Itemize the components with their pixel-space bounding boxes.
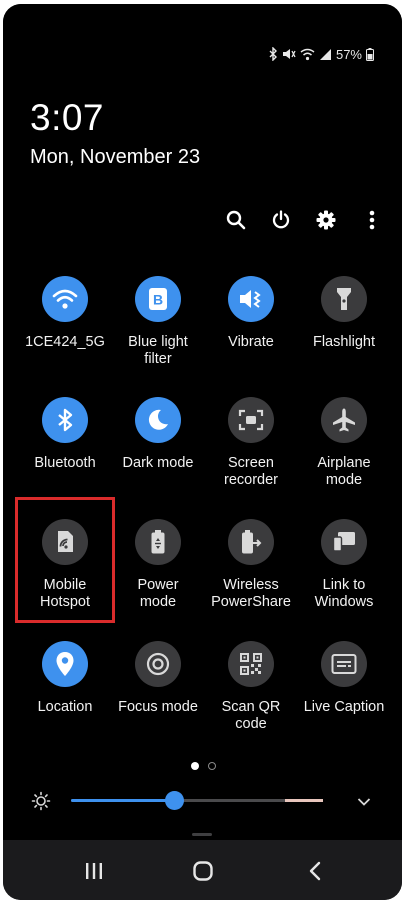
brightness-icon bbox=[31, 791, 51, 816]
clock: 3:07 bbox=[30, 97, 105, 138]
phone-screen: 57% 3:07 Mon, November 23 1CE424_5G B Bl… bbox=[3, 4, 402, 900]
brightness-control bbox=[31, 788, 381, 814]
power-icon[interactable] bbox=[266, 207, 296, 233]
tile-location[interactable]: Location bbox=[17, 641, 113, 716]
tile-focus-mode[interactable]: Focus mode bbox=[110, 641, 206, 716]
wifi-status-icon bbox=[300, 48, 315, 61]
tile-flashlight[interactable]: Flashlight bbox=[296, 276, 392, 351]
more-vert-icon[interactable] bbox=[357, 207, 387, 233]
tile-label: 1CE424_5G bbox=[25, 334, 105, 350]
power-mode-icon bbox=[135, 519, 181, 565]
tile-label: Power mode bbox=[137, 577, 179, 610]
vibrate-icon bbox=[228, 276, 274, 322]
tile-blue-light-filter[interactable]: B Blue light filter bbox=[110, 276, 206, 368]
svg-text:B: B bbox=[153, 292, 163, 308]
qr-code-icon bbox=[228, 641, 274, 687]
page-indicator bbox=[191, 762, 216, 770]
focus-mode-icon bbox=[135, 641, 181, 687]
tile-link-to-windows[interactable]: Link to Windows bbox=[296, 519, 392, 611]
live-caption-icon bbox=[321, 641, 367, 687]
flashlight-icon bbox=[321, 276, 367, 322]
screen-recorder-icon bbox=[228, 397, 274, 443]
brightness-extra-range bbox=[285, 799, 323, 802]
tile-label: Link to Windows bbox=[314, 577, 374, 610]
tile-label: Screen recorder bbox=[224, 455, 278, 488]
link-to-windows-icon bbox=[321, 519, 367, 565]
tile-live-caption[interactable]: Live Caption bbox=[296, 641, 392, 716]
bluetooth-icon bbox=[42, 397, 88, 443]
mute-icon bbox=[282, 47, 296, 61]
wireless-powershare-icon bbox=[228, 519, 274, 565]
page-dot[interactable] bbox=[208, 762, 216, 770]
tile-label: Flashlight bbox=[312, 334, 376, 350]
top-actions bbox=[217, 207, 387, 233]
airplane-icon bbox=[321, 397, 367, 443]
gear-icon[interactable] bbox=[311, 207, 341, 233]
home-icon[interactable] bbox=[189, 858, 217, 884]
tile-wireless-powershare[interactable]: Wireless PowerShare bbox=[203, 519, 299, 611]
tile-label: Scan QR code bbox=[221, 699, 281, 732]
navigation-bar bbox=[3, 840, 402, 900]
brightness-fill bbox=[71, 799, 175, 802]
tile-label: Focus mode bbox=[118, 699, 198, 715]
tile-screen-recorder[interactable]: Screen recorder bbox=[203, 397, 299, 489]
brightness-thumb[interactable] bbox=[164, 791, 184, 810]
tile-vibrate[interactable]: Vibrate bbox=[203, 276, 299, 351]
battery-icon bbox=[366, 47, 374, 61]
blue-light-filter-icon: B bbox=[135, 276, 181, 322]
search-icon[interactable] bbox=[221, 207, 251, 233]
date: Mon, November 23 bbox=[30, 146, 201, 168]
battery-text: 57% bbox=[335, 46, 362, 62]
tile-wifi[interactable]: 1CE424_5G bbox=[17, 276, 113, 351]
signal-icon bbox=[319, 48, 332, 61]
back-icon[interactable] bbox=[303, 858, 327, 884]
recent-apps-icon[interactable] bbox=[81, 858, 107, 884]
tile-label: Blue light filter bbox=[128, 334, 188, 367]
tile-bluetooth[interactable]: Bluetooth bbox=[17, 397, 113, 472]
tile-moon[interactable]: Dark mode bbox=[110, 397, 206, 472]
chevron-down-icon[interactable] bbox=[357, 794, 371, 812]
highlight-box bbox=[15, 497, 115, 623]
page-dot-active[interactable] bbox=[191, 762, 199, 770]
tile-power-mode[interactable]: Power mode bbox=[110, 519, 206, 611]
wifi-icon bbox=[42, 276, 88, 322]
tile-airplane[interactable]: Airplane mode bbox=[296, 397, 392, 489]
panel-drag-handle[interactable] bbox=[192, 833, 212, 836]
tile-label: Bluetooth bbox=[34, 455, 96, 471]
moon-icon bbox=[135, 397, 181, 443]
tile-label: Vibrate bbox=[228, 334, 274, 350]
bluetooth-status-icon bbox=[268, 47, 278, 61]
tile-label: Live Caption bbox=[303, 699, 385, 715]
quick-settings-panel: 57% 3:07 Mon, November 23 1CE424_5G B Bl… bbox=[3, 4, 402, 840]
tile-label: Location bbox=[37, 699, 93, 715]
brightness-slider[interactable] bbox=[71, 791, 323, 810]
tile-label: Airplane mode bbox=[317, 455, 371, 488]
location-icon bbox=[42, 641, 88, 687]
tile-qr-code[interactable]: Scan QR code bbox=[203, 641, 299, 733]
tile-label: Dark mode bbox=[122, 455, 194, 471]
tile-label: Wireless PowerShare bbox=[211, 577, 291, 610]
status-bar: 57% bbox=[268, 44, 374, 64]
